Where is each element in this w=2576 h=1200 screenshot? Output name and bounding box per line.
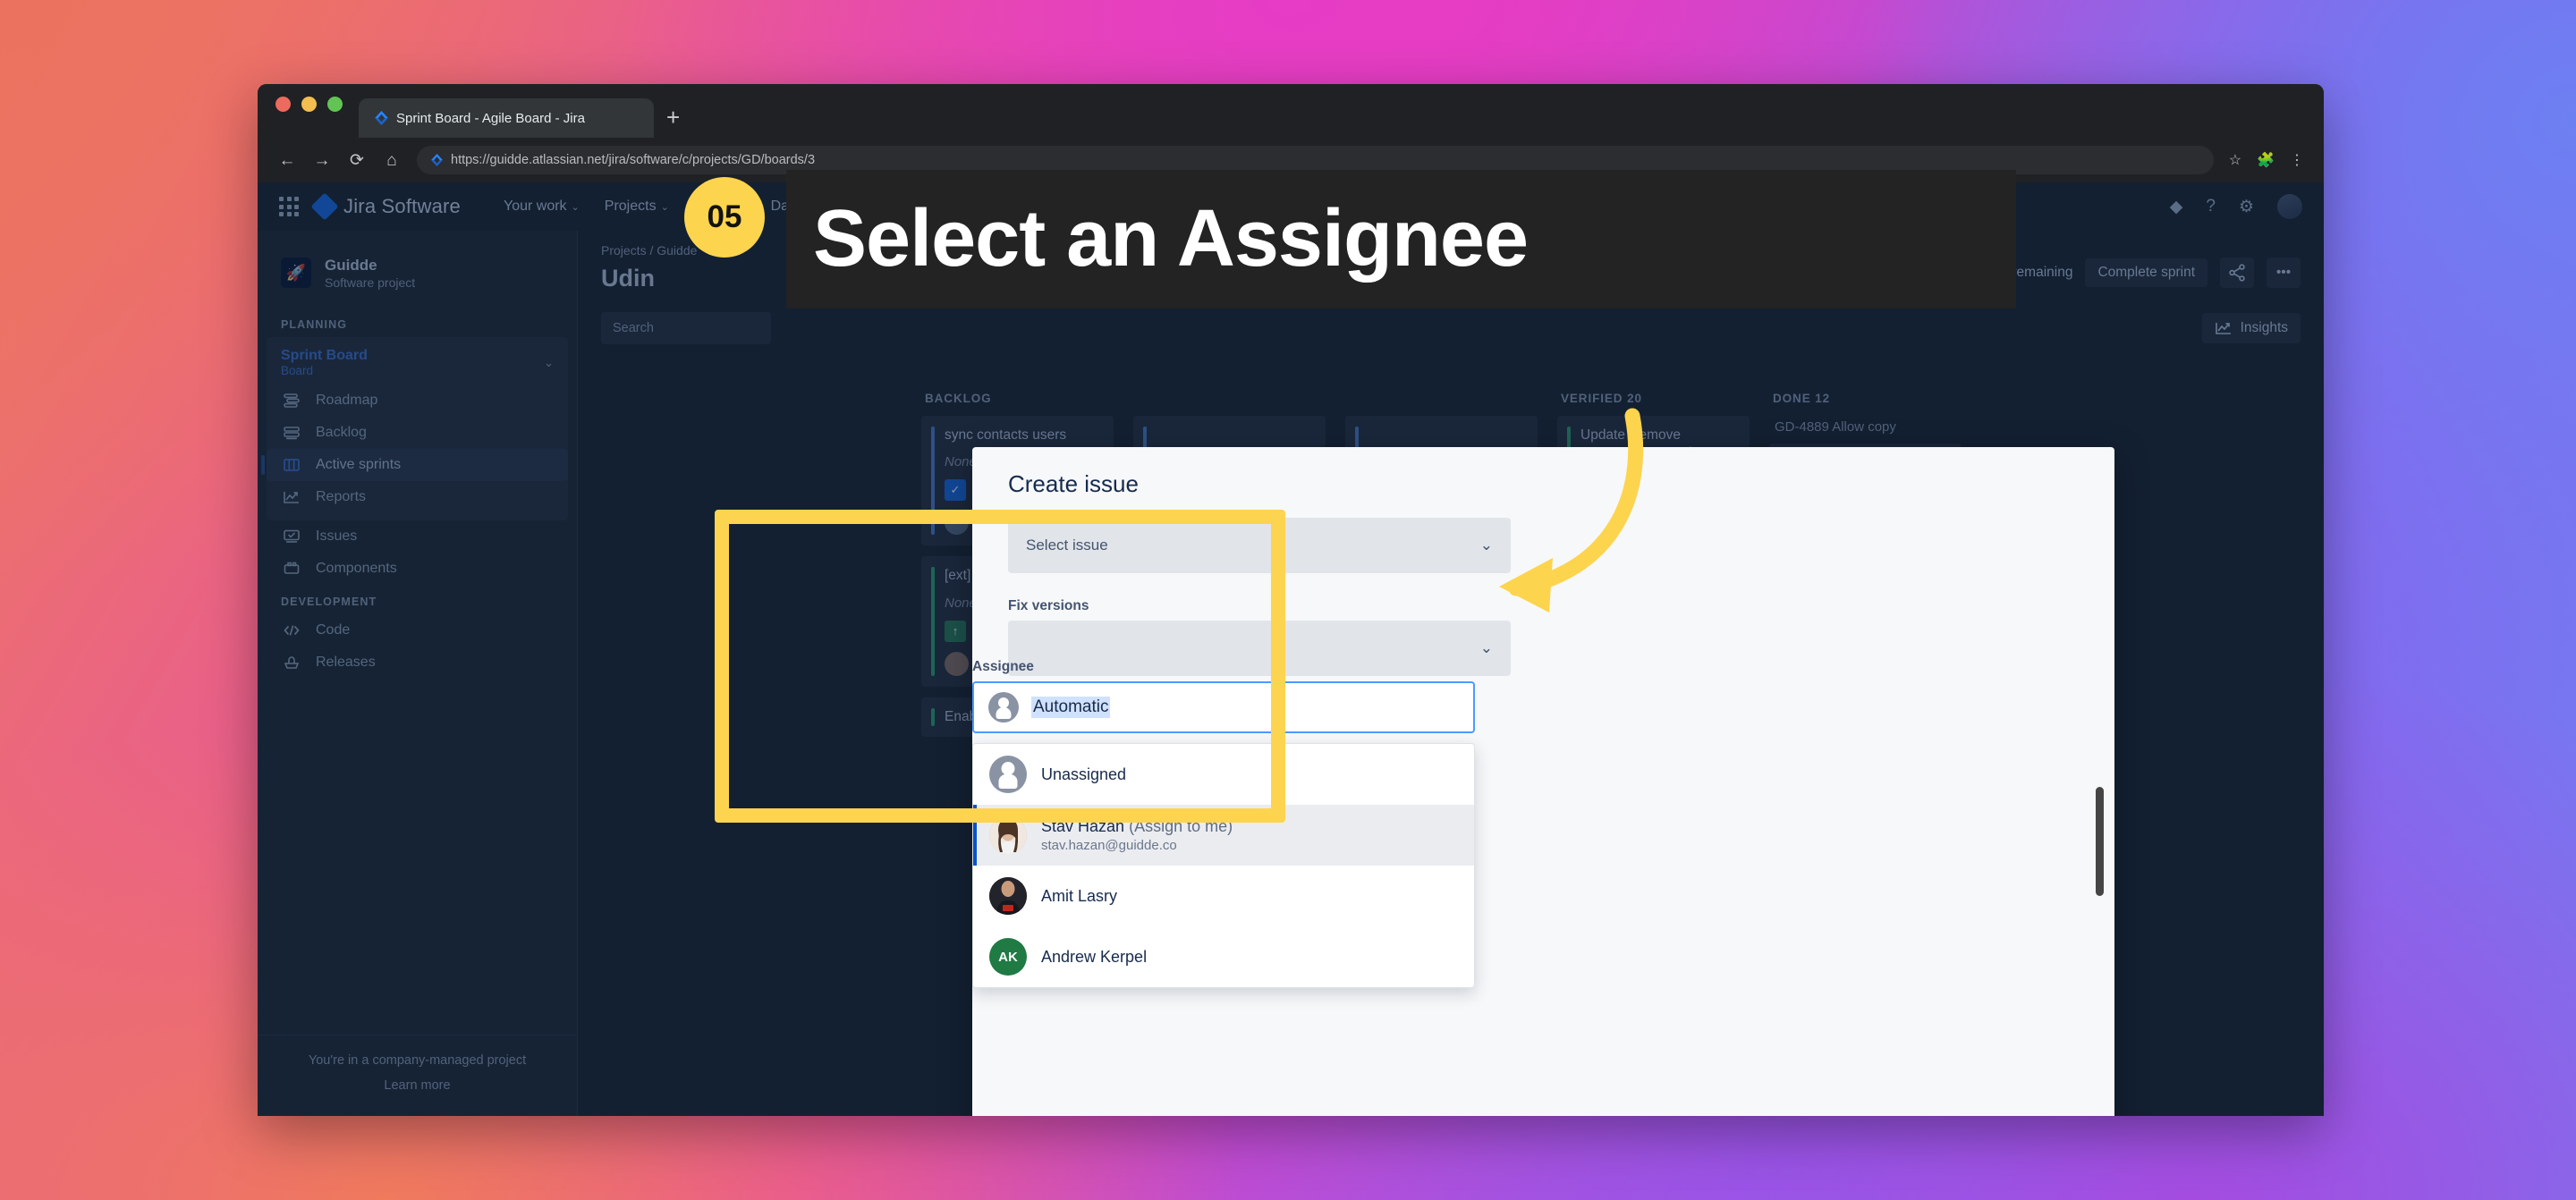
- pointer-arrow-icon: [1499, 408, 1644, 613]
- minimize-window-button[interactable]: [301, 96, 317, 112]
- avatar: AK: [989, 938, 1027, 976]
- tutorial-title-overlay: Select an Assignee: [786, 170, 2016, 308]
- assignee-option-stav-hazan[interactable]: Stav Hazan (Assign to me) stav.hazan@gui…: [973, 805, 1474, 866]
- jira-favicon-icon: [375, 111, 388, 125]
- window-controls[interactable]: [275, 84, 343, 138]
- avatar-photo-icon: [989, 816, 1027, 854]
- site-jira-icon: [431, 154, 443, 166]
- user-avatar-placeholder-icon: [989, 756, 1027, 793]
- avatar: [989, 816, 1027, 854]
- jira-page: Jira Software Your work⌄ Projects⌄ Filte…: [258, 182, 2324, 1116]
- tab-title: Sprint Board - Agile Board - Jira: [396, 110, 585, 126]
- assign-to-me-suffix: (Assign to me): [1129, 817, 1233, 835]
- back-icon[interactable]: ←: [277, 152, 297, 169]
- assignee-option-name: Unassigned: [1041, 765, 1127, 783]
- browser-menu-icon[interactable]: ⋮: [2290, 151, 2304, 169]
- assignee-label: Assignee: [972, 659, 1034, 674]
- assignee-option-name: Stav Hazan (Assign to me): [1041, 817, 1233, 835]
- browser-tabstrip: Sprint Board - Agile Board - Jira +: [258, 84, 2324, 138]
- url-text: https://guidde.atlassian.net/jira/softwa…: [451, 153, 816, 167]
- assignee-field-group: Assignee Automatic Unassigned Stav Hazan…: [972, 659, 1475, 988]
- user-avatar-placeholder-icon: [988, 692, 1019, 723]
- extensions-icon[interactable]: 🧩: [2257, 151, 2275, 169]
- assignee-option-amit-lasry[interactable]: Amit Lasry: [973, 866, 1474, 926]
- maximize-window-button[interactable]: [327, 96, 343, 112]
- modal-scrollbar[interactable]: [2096, 787, 2104, 896]
- reload-icon[interactable]: ⟳: [347, 152, 367, 169]
- assignee-option-email: stav.hazan@guidde.co: [1041, 838, 1177, 853]
- assignee-input[interactable]: Automatic: [972, 681, 1475, 733]
- home-icon[interactable]: ⌂: [382, 152, 402, 169]
- assignee-option-unassigned[interactable]: Unassigned: [973, 744, 1474, 805]
- bookmark-icon[interactable]: ☆: [2229, 151, 2241, 169]
- forward-icon[interactable]: →: [312, 152, 332, 169]
- assignee-dropdown-menu: Unassigned Stav Hazan (Assign to me) sta…: [972, 743, 1475, 988]
- avatar: [989, 877, 1027, 915]
- assignee-option-andrew-kerpel[interactable]: AK Andrew Kerpel: [973, 926, 1474, 987]
- assignee-input-value: Automatic: [1031, 697, 1111, 718]
- step-number-badge: 05: [684, 177, 765, 258]
- chevron-down-icon: ⌄: [1479, 639, 1493, 656]
- browser-tab[interactable]: Sprint Board - Agile Board - Jira: [359, 98, 654, 138]
- tutorial-title: Select an Assignee: [813, 194, 1529, 283]
- new-tab-button[interactable]: +: [666, 106, 680, 138]
- close-window-button[interactable]: [275, 96, 291, 112]
- select-issue-value: Select issue: [1026, 537, 1108, 554]
- assignee-option-name: Amit Lasry: [1041, 886, 1118, 905]
- assignee-option-name: Andrew Kerpel: [1041, 947, 1148, 966]
- avatar-photo-icon: [989, 877, 1027, 915]
